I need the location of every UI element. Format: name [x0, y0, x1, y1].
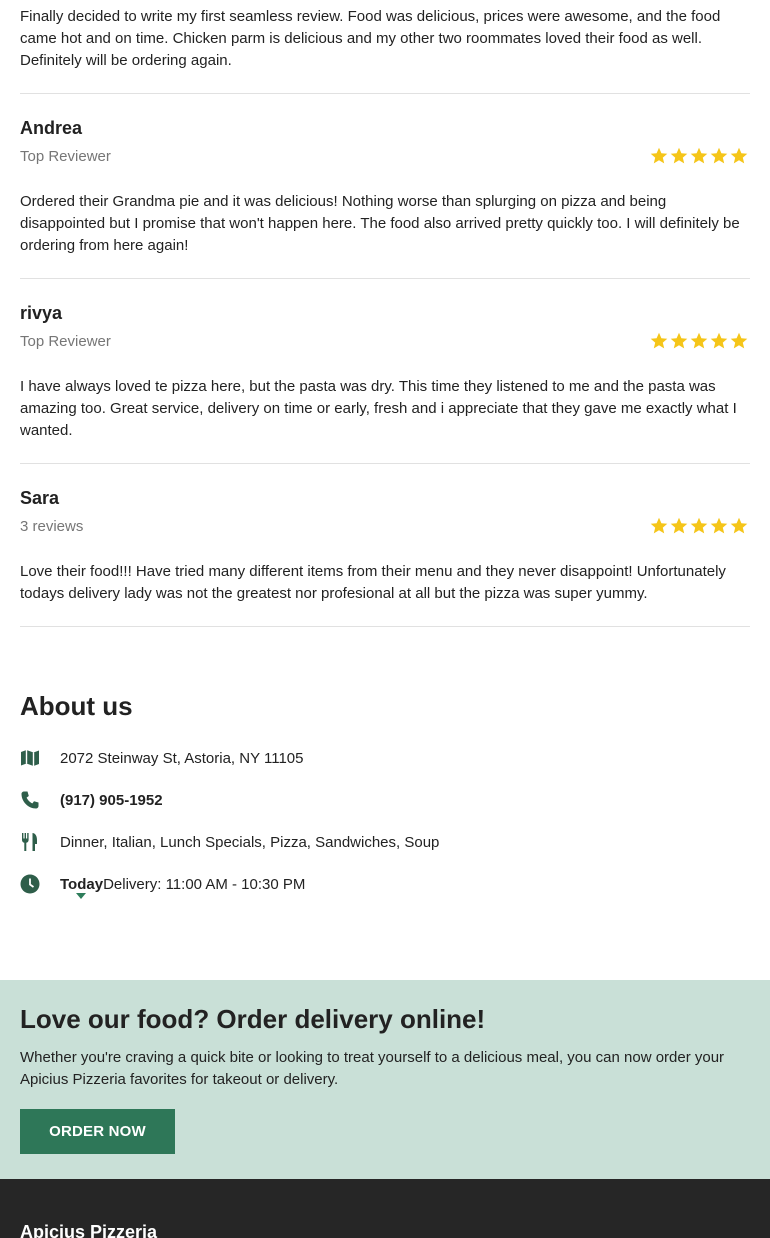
clock-icon — [20, 874, 40, 894]
review-text: I have always loved te pizza here, but t… — [20, 378, 737, 439]
hours-toggle[interactable]: TodayDelivery: 11:00 AM - 10:30 PM — [60, 875, 306, 899]
reviewer-review-count: 3 reviews — [20, 517, 84, 535]
site-footer: Apicius Pizzeria — [0, 1179, 770, 1238]
star-icon — [710, 332, 728, 349]
star-icon — [710, 517, 728, 534]
review-text: Ordered their Grandma pie and it was del… — [20, 193, 740, 254]
star-icon — [650, 332, 668, 349]
review-item: Sara 3 reviews Love their food!!! Have t… — [20, 464, 750, 627]
star-rating — [650, 147, 748, 165]
order-now-button[interactable]: ORDER NOW — [20, 1109, 175, 1154]
order-cta-banner: Love our food? Order delivery online! Wh… — [0, 980, 770, 1179]
phone-icon — [20, 790, 40, 810]
cta-text: Whether you're craving a quick bite or l… — [20, 1049, 725, 1088]
review-item: Andrea Top Reviewer Ordered their Grandm… — [20, 94, 750, 279]
review-item: rivya Top Reviewer I have always loved t… — [20, 279, 750, 464]
star-icon — [730, 517, 748, 534]
star-icon — [690, 517, 708, 534]
star-icon — [690, 147, 708, 164]
reviews-list: Finally decided to write my first seamle… — [0, 0, 770, 627]
review-text: Love their food!!! Have tried many diffe… — [20, 563, 726, 602]
star-icon — [670, 332, 688, 349]
about-section: About us 2072 Steinway St, Astoria, NY 1… — [0, 690, 770, 899]
star-icon — [650, 147, 668, 164]
star-icon — [730, 147, 748, 164]
star-icon — [650, 517, 668, 534]
reviewer-badge: Top Reviewer — [20, 332, 111, 350]
hours-row[interactable]: TodayDelivery: 11:00 AM - 10:30 PM — [20, 873, 750, 899]
reviewer-name: Sara — [20, 488, 60, 508]
star-icon — [730, 332, 748, 349]
cuisine-text: Dinner, Italian, Lunch Specials, Pizza, … — [60, 833, 440, 851]
fork-knife-icon — [20, 832, 40, 852]
star-rating — [650, 332, 748, 350]
hours-day: Today — [60, 875, 104, 893]
cta-heading: Love our food? Order delivery online! — [20, 1004, 486, 1034]
caret-down-icon[interactable] — [76, 892, 86, 899]
map-icon — [20, 748, 40, 768]
phone-link[interactable]: (917) 905-1952 — [60, 792, 163, 809]
footer-restaurant-name: Apicius Pizzeria — [20, 1222, 158, 1238]
review-item: Finally decided to write my first seamle… — [20, 0, 750, 94]
about-heading: About us — [20, 691, 133, 721]
star-icon — [710, 147, 728, 164]
reviewer-name: rivya — [20, 303, 63, 323]
phone-row: (917) 905-1952 — [20, 789, 750, 811]
reviewer-name: Andrea — [20, 118, 83, 138]
reviewer-badge: Top Reviewer — [20, 147, 111, 165]
review-text: Finally decided to write my first seamle… — [20, 8, 721, 69]
star-icon — [690, 332, 708, 349]
star-rating — [650, 517, 748, 535]
star-icon — [670, 517, 688, 534]
address-text: 2072 Steinway St, Astoria, NY 11105 — [60, 749, 304, 767]
star-icon — [670, 147, 688, 164]
address-row: 2072 Steinway St, Astoria, NY 11105 — [20, 747, 750, 769]
cuisine-row: Dinner, Italian, Lunch Specials, Pizza, … — [20, 831, 750, 853]
hours-text: Delivery: 11:00 AM - 10:30 PM — [103, 875, 306, 893]
